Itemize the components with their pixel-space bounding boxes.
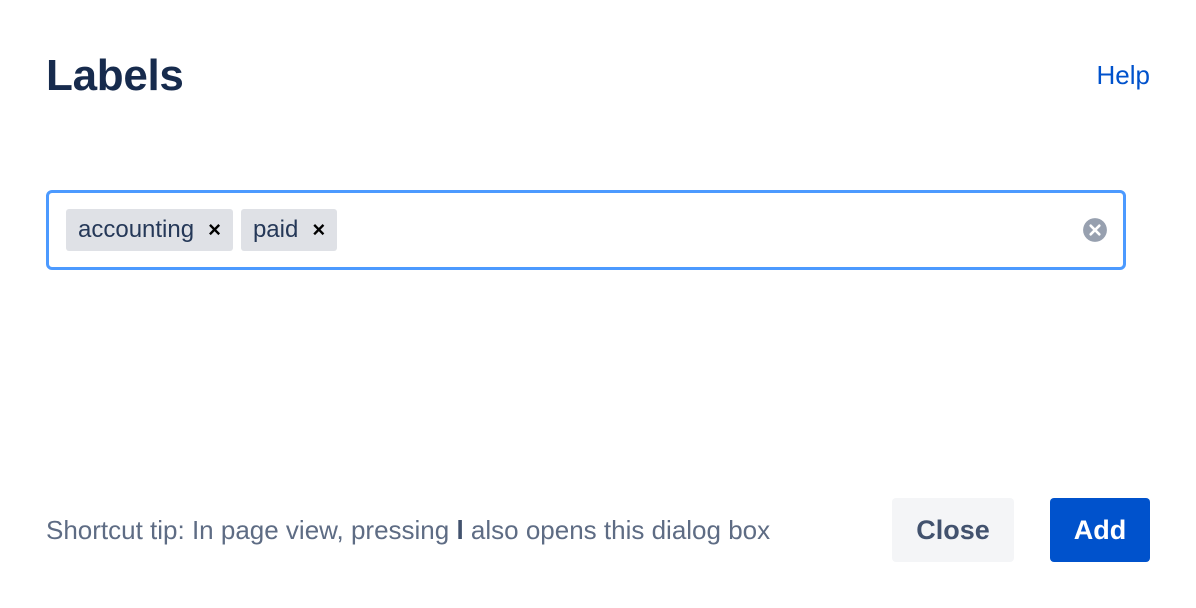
- label-text-input[interactable]: [345, 209, 1082, 251]
- shortcut-tip: Shortcut tip: In page view, pressing l a…: [46, 513, 770, 547]
- dialog-title: Labels: [46, 51, 184, 100]
- tag-label: accounting: [78, 216, 195, 243]
- clear-circle-icon[interactable]: [1082, 217, 1108, 243]
- tip-prefix: Shortcut tip: In page view, pressing: [46, 515, 457, 545]
- labels-dialog: Labels Help accounting × paid × Shortcut…: [0, 0, 1196, 608]
- remove-tag-icon[interactable]: ×: [312, 219, 325, 241]
- tag-list: accounting × paid ×: [66, 209, 1082, 251]
- label-tag-accounting: accounting ×: [66, 209, 233, 251]
- shortcut-key: l: [456, 515, 464, 545]
- tag-label: paid: [252, 216, 299, 243]
- labels-input-field[interactable]: accounting × paid ×: [46, 190, 1126, 270]
- remove-tag-icon[interactable]: ×: [208, 219, 221, 241]
- help-link[interactable]: Help: [1097, 59, 1150, 91]
- close-button[interactable]: Close: [892, 498, 1014, 562]
- tip-suffix: also opens this dialog box: [463, 515, 771, 545]
- add-button[interactable]: Add: [1050, 498, 1150, 562]
- label-tag-paid: paid ×: [240, 209, 338, 251]
